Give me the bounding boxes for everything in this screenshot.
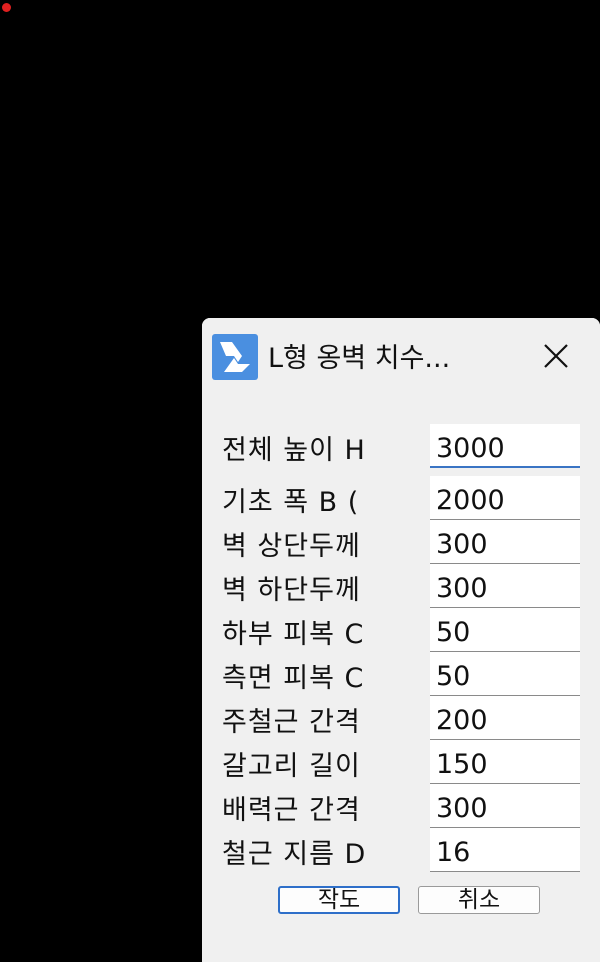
corner-dot — [2, 3, 11, 12]
form-row-side-cover: 측면 피복 C — [202, 652, 600, 696]
form-row-bar-diameter: 철근 지름 D — [202, 828, 600, 872]
wall-bottom-thickness-input[interactable] — [430, 564, 580, 608]
dialog-title: L형 옹벽 치수... — [268, 343, 451, 374]
field-label: 주철근 간격 — [222, 707, 361, 738]
field-label: 전체 높이 H — [222, 435, 366, 466]
desktop: L형 옹벽 치수... 전체 높이 H 기초 폭 B ( 벽 상단두께 벽 하단… — [0, 0, 600, 962]
hook-length-input[interactable] — [430, 740, 580, 784]
field-label: 철근 지름 D — [222, 839, 367, 870]
form-row-wall-bottom-thickness: 벽 하단두께 — [202, 564, 600, 608]
distribution-bar-spacing-input[interactable] — [430, 784, 580, 828]
form-row-footing-width: 기초 폭 B ( — [202, 476, 600, 520]
field-label: 갈고리 길이 — [222, 751, 361, 782]
field-label: 벽 하단두께 — [222, 575, 361, 606]
field-label: 기초 폭 B ( — [222, 487, 360, 518]
main-bar-spacing-input[interactable] — [430, 696, 580, 740]
close-button[interactable] — [532, 332, 580, 380]
form-row-bottom-cover: 하부 피복 C — [202, 608, 600, 652]
form-row-wall-top-thickness: 벽 상단두께 — [202, 520, 600, 564]
side-cover-input[interactable] — [430, 652, 580, 696]
field-label: 하부 피복 C — [222, 619, 365, 650]
field-label: 배력근 간격 — [222, 795, 361, 826]
close-icon — [544, 344, 568, 368]
bottom-cover-input[interactable] — [430, 608, 580, 652]
field-label: 벽 상단두께 — [222, 531, 361, 562]
title-bar[interactable]: L형 옹벽 치수... — [202, 318, 600, 394]
form-row-hook-length: 갈고리 길이 — [202, 740, 600, 784]
draw-button[interactable]: 작도 — [278, 886, 400, 914]
bar-diameter-input[interactable] — [430, 828, 580, 872]
dimension-dialog: L형 옹벽 치수... 전체 높이 H 기초 폭 B ( 벽 상단두께 벽 하단… — [202, 318, 600, 962]
wall-top-thickness-input[interactable] — [430, 520, 580, 564]
form-row-height: 전체 높이 H — [202, 424, 600, 468]
form-row-main-bar-spacing: 주철근 간격 — [202, 696, 600, 740]
bricscad-logo-icon — [212, 334, 258, 380]
field-label: 측면 피복 C — [222, 663, 365, 694]
footing-width-input[interactable] — [430, 476, 580, 520]
form-row-distribution-bar-spacing: 배력근 간격 — [202, 784, 600, 828]
height-input[interactable] — [430, 424, 580, 468]
cancel-button[interactable]: 취소 — [418, 886, 540, 914]
